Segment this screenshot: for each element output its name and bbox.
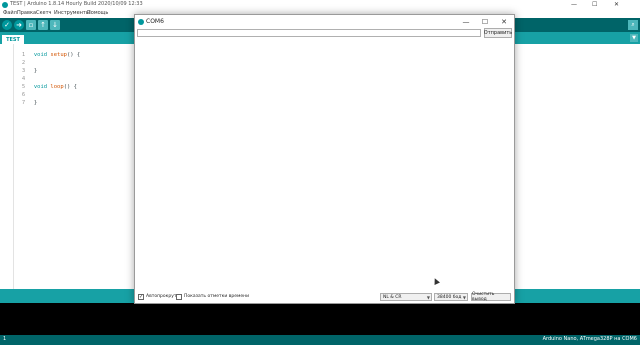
arduino-logo-icon <box>2 2 8 8</box>
chevron-down-icon: ▼ <box>426 295 430 300</box>
serial-monitor-button[interactable]: ⌕ <box>628 20 638 30</box>
send-input[interactable] <box>137 29 481 37</box>
new-file-icon: ▫ <box>28 20 34 29</box>
serial-close-button[interactable]: ✕ <box>495 16 513 28</box>
screen-bottom-area <box>0 345 640 360</box>
line-ending-select[interactable]: NL & CR ▼ <box>380 293 432 301</box>
serial-maximize-button[interactable]: ☐ <box>476 16 494 28</box>
ide-console <box>0 303 640 335</box>
serial-monitor-title: COM6 <box>146 18 164 25</box>
new-button[interactable]: ▫ <box>26 20 36 30</box>
serial-monitor-window: COM6 — ☐ ✕ Отправить ✓ Автопрокрутка Пок… <box>134 14 515 304</box>
verify-button[interactable]: ✓ <box>2 20 12 30</box>
code-text: } <box>33 100 38 106</box>
ide-window-title: TEST | Arduino 1.8.14 Hourly Build 2020/… <box>10 1 143 7</box>
ide-maximize-button[interactable]: ☐ <box>592 1 597 8</box>
upload-button[interactable]: ➜ <box>14 20 24 30</box>
menu-help[interactable]: Помощь <box>87 10 108 16</box>
arrow-right-icon: ➜ <box>16 20 22 29</box>
timestamps-checkbox[interactable] <box>176 294 182 300</box>
code-text: void setup() { <box>33 52 81 58</box>
menu-sketch[interactable]: Скетч <box>36 10 51 16</box>
serial-output-area[interactable] <box>137 40 512 290</box>
line-number: 7 <box>21 100 26 106</box>
menu-edit[interactable]: Правка <box>17 10 36 16</box>
ide-close-button[interactable]: ✕ <box>614 1 619 8</box>
arduino-logo-icon <box>138 19 144 25</box>
magnifier-icon: ⌕ <box>631 21 635 28</box>
ide-bottom-bar: 1 Arduino Nano, ATmega328P на COM6 <box>0 335 640 345</box>
baud-rate-select[interactable]: 38400 бод ▼ <box>434 293 468 301</box>
ide-minimize-button[interactable]: — <box>571 1 577 8</box>
board-port-info: Arduino Nano, ATmega328P на COM6 <box>542 336 637 342</box>
clear-output-button[interactable]: Очистить вывод <box>471 292 511 302</box>
line-ending-value: NL & CR <box>383 295 402 300</box>
save-icon: ↓ <box>52 20 58 29</box>
serial-monitor-titlebar[interactable]: COM6 — ☐ ✕ <box>135 15 514 29</box>
serial-monitor-footer: ✓ Автопрокрутка Показать отметки времени… <box>135 291 514 303</box>
autoscroll-checkbox[interactable]: ✓ <box>138 294 144 300</box>
tab-menu-button[interactable]: ▼ <box>630 34 638 42</box>
chevron-down-icon: ▼ <box>462 295 466 300</box>
current-line-number: 1 <box>3 336 7 342</box>
timestamps-label: Показать отметки времени <box>184 294 250 299</box>
serial-minimize-button[interactable]: — <box>457 16 475 28</box>
ide-titlebar: TEST | Arduino 1.8.14 Hourly Build 2020/… <box>0 0 640 10</box>
menu-file[interactable]: Файл <box>3 10 17 16</box>
check-icon: ✓ <box>4 20 10 29</box>
code-text: void loop() { <box>33 84 77 90</box>
baud-rate-value: 38400 бод <box>437 295 462 300</box>
open-icon: ↑ <box>40 20 46 29</box>
code-line: 7} <box>2 94 37 112</box>
save-button[interactable]: ↓ <box>50 20 60 30</box>
open-button[interactable]: ↑ <box>38 20 48 30</box>
chevron-down-icon: ▼ <box>632 35 636 41</box>
menu-tools[interactable]: Инструменты <box>54 10 90 16</box>
tab-test[interactable]: TEST <box>2 35 24 44</box>
code-text: } <box>33 68 38 74</box>
send-button[interactable]: Отправить <box>484 28 512 38</box>
